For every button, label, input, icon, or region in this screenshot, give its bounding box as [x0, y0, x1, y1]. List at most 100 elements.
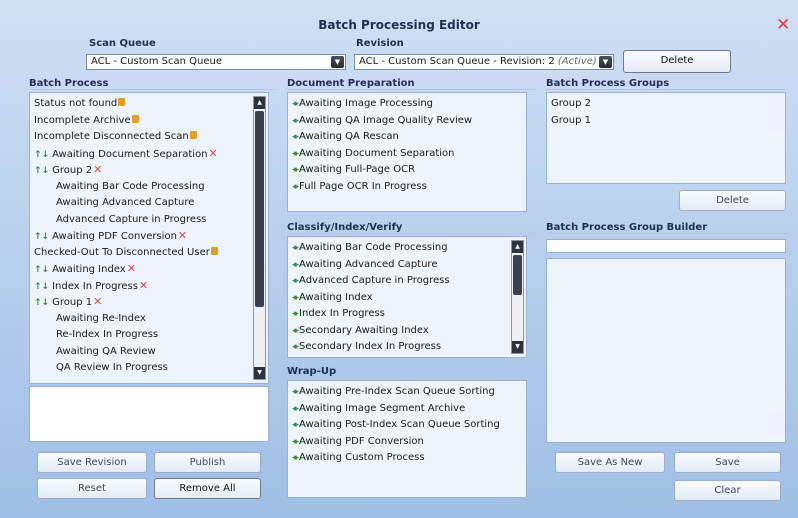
list-item[interactable]: Incomplete Disconnected Scan [34, 129, 264, 146]
list-item-label: Awaiting Image Processing [299, 98, 434, 109]
scan-queue-select[interactable]: ACL - Custom Scan Queue ▼ [86, 54, 346, 70]
save-revision-button[interactable]: Save Revision [37, 452, 147, 473]
list-item-label: Incomplete Archive [34, 114, 131, 126]
classify-title: Classify/Index/Verify [287, 222, 535, 234]
group-builder-title: Batch Process Group Builder [546, 222, 788, 234]
revision-value: ACL - Custom Scan Queue - Revision: 2 [359, 56, 555, 67]
lock-icon [131, 114, 139, 123]
list-item[interactable]: ↑↓ Group 1✕ [34, 294, 264, 311]
document-preparation-list[interactable]: ◂▸ Awaiting Image Processing ◂▸ Awaiting QA… [287, 92, 527, 212]
reset-button[interactable]: Reset [37, 478, 147, 499]
list-item[interactable]: ◂▸ Awaiting QA Image Quality Review [292, 113, 522, 130]
scroll-thumb[interactable] [513, 255, 522, 295]
list-item[interactable]: ◂▸ Awaiting Document Separation [292, 146, 522, 163]
delete-group-button[interactable]: Delete [679, 190, 786, 211]
classify-list[interactable]: ◂▸ Awaiting Bar Code Processing ◂▸ Awaiting… [287, 236, 527, 358]
move-arrows-icon[interactable]: ↑↓ [34, 232, 49, 242]
list-item[interactable]: ◂▸ Full Page OCR In Progress [292, 179, 522, 196]
list-item[interactable]: Incomplete Archive [34, 113, 264, 130]
list-item-label: Awaiting Document Separation [52, 148, 208, 160]
remove-all-button[interactable]: Remove All [154, 478, 261, 499]
list-item-label: Incomplete Disconnected Scan [34, 131, 189, 142]
move-arrows-icon[interactable]: ↑↓ [34, 150, 49, 160]
revision-label: Revision [356, 38, 404, 49]
scroll-down-icon[interactable]: ▼ [254, 367, 265, 379]
list-item[interactable]: Awaiting Re-Index [34, 311, 264, 328]
list-item[interactable]: ◂▸ Awaiting Full-Page OCR [292, 162, 522, 179]
window-title: Batch Processing Editor [318, 18, 480, 32]
list-item[interactable]: Awaiting Bar Code Processing [34, 179, 264, 196]
list-item[interactable]: ◂▸ Awaiting Bar Code Processing [292, 240, 522, 257]
move-arrows-icon[interactable]: ↑↓ [34, 282, 49, 292]
move-arrows-icon[interactable]: ↑↓ [34, 166, 49, 176]
wrap-up-list[interactable]: ◂▸ Awaiting Pre-Index Scan Queue Sorting ◂… [287, 380, 527, 498]
list-item-label: QA Review In Progress [56, 362, 168, 373]
drag-handle-icon: ◂▸ [292, 387, 299, 397]
revision-select[interactable]: ACL - Custom Scan Queue - Revision: 2 (A… [354, 54, 614, 70]
chevron-down-icon[interactable]: ▼ [599, 56, 612, 68]
publish-button[interactable]: Publish [154, 452, 261, 473]
lock-icon [189, 131, 197, 139]
list-item[interactable]: ↑↓ Awaiting Document Separation✕ [34, 146, 264, 163]
save-as-new-button[interactable]: Save As New [555, 452, 665, 473]
list-item[interactable]: Group 2 [551, 96, 781, 113]
list-item[interactable]: ◂▸ Secondary Index In Progress [292, 339, 522, 356]
drag-handle-icon: ◂▸ [292, 276, 299, 286]
remove-icon[interactable]: ✕ [139, 279, 148, 292]
list-item[interactable]: ◂▸ Advanced Capture in Progress [292, 273, 522, 290]
save-group-button[interactable]: Save [674, 452, 781, 473]
list-item[interactable]: Checked-Out To Disconnected User [34, 245, 264, 262]
scroll-up-icon[interactable]: ▲ [512, 241, 523, 253]
list-item[interactable]: ◂▸ Awaiting Advanced Capture [292, 257, 522, 274]
remove-icon[interactable]: ✕ [209, 147, 218, 160]
move-arrows-icon[interactable]: ↑↓ [34, 265, 49, 275]
close-icon[interactable]: ✕ [776, 17, 790, 34]
list-item[interactable]: Re-Index In Progress [34, 327, 264, 344]
list-item[interactable]: Awaiting QA Review [34, 344, 264, 361]
scrollbar[interactable]: ▲ ▼ [253, 96, 266, 380]
group-builder-list[interactable] [546, 258, 786, 443]
scroll-down-icon[interactable]: ▼ [512, 341, 523, 353]
list-item[interactable]: ◂▸ Awaiting Image Segment Archive [292, 401, 522, 418]
remove-icon[interactable]: ✕ [178, 229, 187, 242]
list-item[interactable]: ◂▸ Awaiting Index [292, 290, 522, 307]
list-item[interactable]: ↑↓ Awaiting Index✕ [34, 261, 264, 278]
list-item[interactable]: ◂▸ Index In Progress [292, 306, 522, 323]
drag-handle-icon: ◂▸ [292, 436, 299, 447]
drag-handle-icon: ◂▸ [292, 342, 299, 352]
delete-revision-button[interactable]: Delete [623, 50, 731, 73]
list-item[interactable]: ◂▸ Awaiting Pre-Index Scan Queue Sorting [292, 384, 522, 401]
list-item-label: Awaiting Index [52, 264, 126, 275]
list-item[interactable]: ◂▸ Awaiting QA Rescan [292, 129, 522, 146]
list-item[interactable]: ◂▸ Secondary Awaiting Index [292, 323, 522, 340]
scrollbar[interactable]: ▲ ▼ [511, 240, 524, 354]
list-item[interactable]: Advanced Capture in Progress [34, 212, 264, 229]
drag-handle-icon: ◂▸ [292, 99, 299, 109]
list-item[interactable]: ◂▸ Awaiting Post-Index Scan Queue Sorting [292, 417, 522, 434]
list-item[interactable]: ↑↓ Group 2✕ [34, 162, 264, 179]
list-item-label: Re-Index In Progress [56, 329, 159, 340]
list-item[interactable]: ↑↓ Awaiting PDF Conversion✕ [34, 228, 264, 245]
scroll-thumb[interactable] [255, 111, 264, 307]
list-item[interactable]: Group 1 [551, 113, 781, 130]
list-item[interactable]: Status not found [34, 96, 264, 113]
batch-process-blank-area [29, 386, 269, 442]
batch-process-list[interactable]: Status not found Incomplete Archive Incomp… [29, 92, 269, 384]
list-item[interactable]: ◂▸ Awaiting Custom Process [292, 450, 522, 467]
chevron-down-icon[interactable]: ▼ [331, 56, 344, 68]
list-item[interactable]: ◂▸ Awaiting PDF Conversion [292, 434, 522, 451]
group-name-input[interactable] [546, 239, 786, 253]
list-item[interactable]: Awaiting Advanced Capture [34, 195, 264, 212]
clear-button[interactable]: Clear [674, 480, 781, 501]
list-item-label: Awaiting Bar Code Processing [56, 180, 205, 192]
remove-icon[interactable]: ✕ [93, 295, 102, 308]
remove-icon[interactable]: ✕ [127, 262, 136, 275]
move-arrows-icon[interactable]: ↑↓ [34, 298, 49, 308]
scroll-up-icon[interactable]: ▲ [254, 97, 265, 109]
groups-list[interactable]: Group 2 Group 1 [546, 92, 786, 184]
remove-icon[interactable]: ✕ [93, 163, 102, 176]
list-item[interactable]: ↑↓ Index In Progress✕ [34, 278, 264, 295]
list-item-label: Awaiting Custom Process [299, 452, 425, 463]
list-item[interactable]: ◂▸ Awaiting Image Processing [292, 96, 522, 113]
list-item[interactable]: QA Review In Progress [34, 360, 264, 377]
